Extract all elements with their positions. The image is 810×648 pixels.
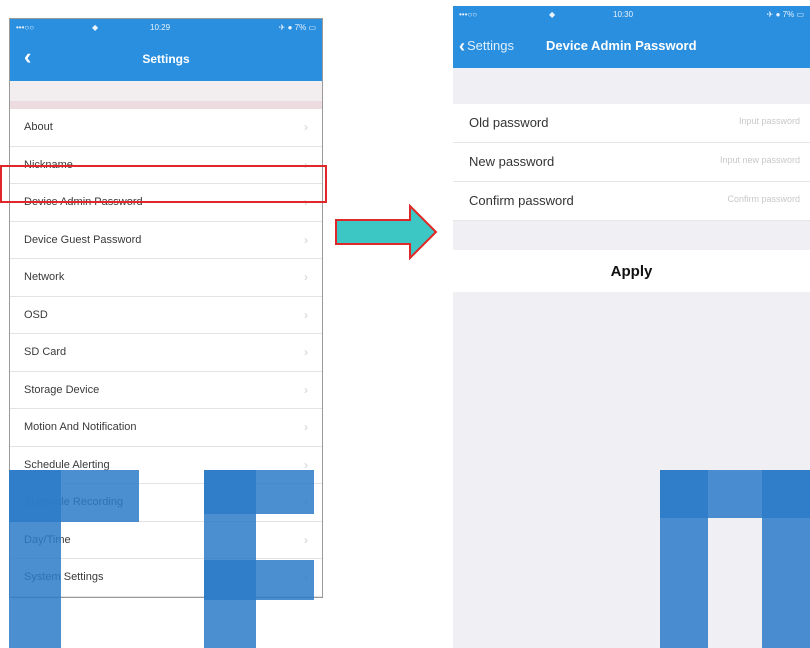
password-row: New password — [453, 143, 810, 182]
battery-indicator: ✈ ● 7% ▭ — [278, 23, 316, 32]
chevron-right-icon: › — [304, 270, 308, 284]
carrier-signal: •••○○ — [459, 10, 478, 19]
password-screen: •••○○ ◆ 10:30 ✈ ● 7% ▭ ‹ Settings Device … — [453, 6, 810, 648]
chevron-right-icon: › — [304, 420, 308, 434]
back-label: Settings — [467, 38, 514, 53]
highlight-box — [0, 165, 327, 203]
back-button[interactable]: ‹ Settings — [459, 36, 514, 57]
settings-item[interactable]: OSD › — [10, 297, 322, 334]
settings-item-label: Storage Device — [24, 383, 100, 396]
nav-title: Settings — [142, 52, 190, 66]
section-spacer — [10, 81, 322, 109]
settings-item-label: Schedule Alerting — [24, 458, 110, 471]
chevron-left-icon: ‹ — [459, 36, 465, 56]
settings-item-label: Motion And Notification — [24, 421, 137, 433]
wifi-icon: ◆ — [549, 10, 556, 19]
apply-bar: Apply — [453, 250, 810, 292]
nav-title: Device Admin Password — [546, 38, 697, 53]
status-time: 10:30 — [613, 10, 634, 19]
settings-item-label: Network — [24, 271, 65, 283]
wifi-icon: ◆ — [92, 23, 99, 32]
chevron-right-icon: › — [304, 382, 308, 397]
nav-bar: ‹ Settings Device Admin Password — [453, 24, 810, 68]
chevron-right-icon: › — [304, 345, 308, 359]
settings-item[interactable]: About › — [10, 109, 322, 147]
status-time: 10:29 — [150, 23, 171, 32]
password-form: Old password New password Confirm password — [453, 104, 810, 221]
status-bar: •••○○ ◆ 10:29 ✈ ● 7% ▭ — [10, 19, 322, 37]
carrier-signal: •••○○ — [16, 23, 35, 32]
password-field-label: Confirm password — [469, 193, 574, 208]
settings-item-label: OSD — [24, 308, 48, 321]
settings-item-label: About — [24, 121, 53, 133]
settings-item[interactable]: SD Card › — [10, 334, 322, 372]
settings-item-label: SD Card — [24, 346, 67, 358]
chevron-right-icon: › — [304, 307, 308, 322]
password-input[interactable] — [648, 115, 802, 127]
chevron-right-icon: › — [304, 532, 308, 547]
password-field-label: Old password — [469, 115, 549, 130]
password-input[interactable] — [648, 154, 802, 166]
nav-bar: ‹ Settings — [10, 37, 322, 81]
password-input[interactable] — [648, 193, 802, 205]
password-row: Confirm password — [453, 182, 810, 221]
settings-item-label: Device Guest Password — [24, 233, 142, 246]
password-field-label: New password — [469, 154, 555, 169]
chevron-right-icon: › — [304, 232, 308, 247]
chevron-right-icon: › — [304, 120, 308, 134]
caption-text — [10, 0, 310, 14]
settings-item[interactable]: Device Guest Password › — [10, 222, 322, 259]
settings-item[interactable]: Motion And Notification › — [10, 409, 322, 447]
settings-item[interactable]: Storage Device › — [10, 372, 322, 409]
right-arrow-icon — [335, 204, 438, 260]
apply-button[interactable]: Apply — [453, 250, 810, 292]
password-row: Old password — [453, 104, 810, 143]
settings-item[interactable]: Network › — [10, 259, 322, 297]
battery-indicator: ✈ ● 7% ▭ — [766, 10, 804, 19]
status-bar: •••○○ ◆ 10:30 ✈ ● 7% ▭ — [453, 6, 810, 24]
